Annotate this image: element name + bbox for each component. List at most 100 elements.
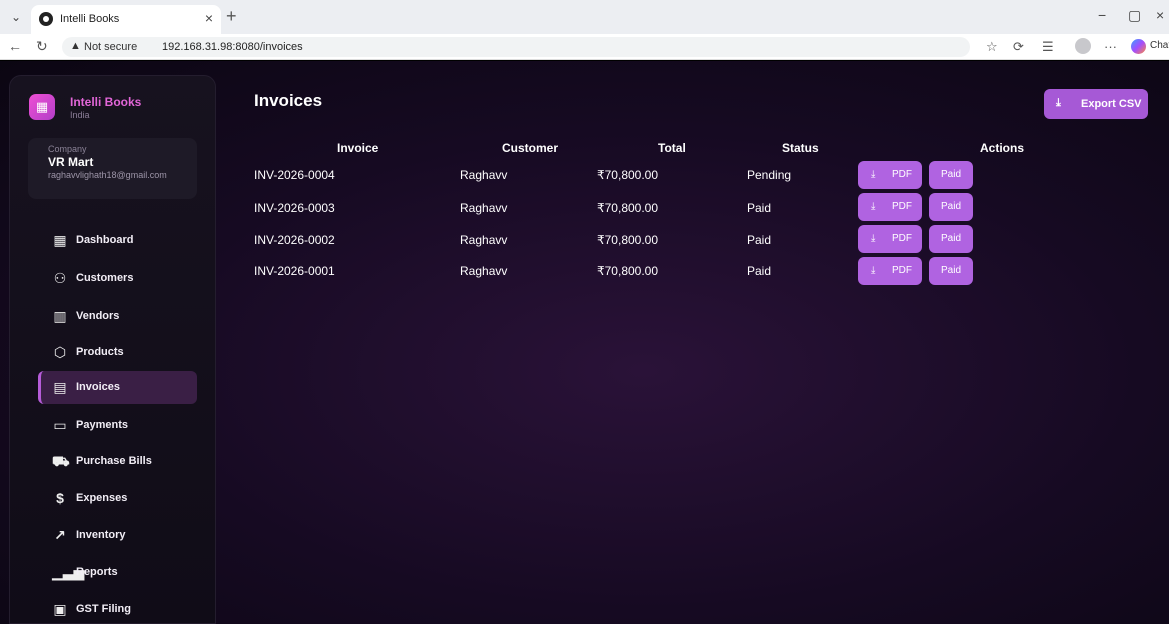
- pdf-label: PDF: [892, 233, 912, 244]
- not-secure-label[interactable]: Not secure: [84, 41, 137, 53]
- extensions-icon[interactable]: ⟳: [1013, 39, 1024, 55]
- cell-customer: Raghavv: [460, 264, 508, 278]
- column-header-customer: Customer: [502, 141, 559, 155]
- sidebar-item-gst-filing[interactable]: ▣ GST Filing: [38, 593, 197, 624]
- sidebar-item-label: Dashboard: [76, 234, 134, 246]
- sidebar-item-inventory[interactable]: ↗ Inventory: [38, 519, 197, 552]
- download-icon: ⤓: [871, 265, 876, 276]
- cell-total: ₹70,800.00: [597, 168, 659, 182]
- cell-status: Pending: [747, 168, 792, 182]
- cell-status: Paid: [747, 233, 772, 247]
- tab-close-icon[interactable]: ×: [205, 10, 213, 26]
- cell-invoice: INV-2026-0001: [254, 264, 335, 278]
- export-csv-button[interactable]: ⤓ Export CSV: [1044, 89, 1148, 119]
- sidebar-item-label: Invoices: [76, 381, 121, 393]
- tab-list-chevron-icon[interactable]: ⌄: [8, 9, 24, 25]
- company-label: Company: [48, 144, 87, 154]
- column-header-actions: Actions: [980, 141, 1025, 155]
- page-title: Invoices: [254, 91, 323, 110]
- sidebar-item-label: Vendors: [76, 310, 120, 322]
- sidebar-item-label: Inventory: [76, 529, 126, 541]
- sidebar-item-expenses[interactable]: $ Expenses: [38, 482, 197, 515]
- column-header-total: Total: [658, 141, 686, 155]
- cell-total: ₹70,800.00: [597, 201, 659, 215]
- favorite-star-icon[interactable]: ☆: [986, 39, 998, 55]
- cell-customer: Raghavv: [460, 168, 508, 182]
- address-bar-row: ← ↻ ▲ Not secure 192.168.31.98:8080/invo…: [0, 34, 1169, 60]
- warning-triangle-icon: ▲: [70, 40, 81, 52]
- reload-icon[interactable]: ↻: [36, 38, 48, 55]
- minimize-icon[interactable]: −: [1098, 7, 1106, 23]
- cart-icon: ⛟: [52, 453, 70, 469]
- favorites-list-icon[interactable]: ☰: [1042, 39, 1054, 55]
- sidebar-item-label: Customers: [76, 272, 134, 284]
- sidebar-item-reports[interactable]: ▁▃▅ Reports: [38, 556, 197, 589]
- app-viewport: ▦ Intelli Books India Company VR Mart ra…: [0, 61, 1169, 624]
- sidebar-item-label: Reports: [76, 566, 118, 578]
- company-card: Company VR Mart raghavvlighath18@gmail.c…: [28, 138, 197, 199]
- sidebar-item-label: GST Filing: [76, 603, 131, 615]
- sidebar-item-customers[interactable]: ⚇ Customers: [38, 262, 197, 295]
- sidebar-item-payments[interactable]: ▭ Payments: [38, 409, 197, 442]
- sidebar-item-purchase-bills[interactable]: ⛟ Purchase Bills: [38, 445, 197, 478]
- url-input[interactable]: ▲ Not secure 192.168.31.98:8080/invoices: [62, 37, 970, 57]
- dashboard-icon: ▦: [53, 232, 67, 248]
- copilot-icon[interactable]: [1131, 39, 1146, 54]
- document-icon: ▤: [53, 379, 67, 395]
- export-csv-label: Export CSV: [1081, 98, 1142, 110]
- pdf-label: PDF: [892, 265, 912, 276]
- bar-chart-icon: ▁▃▅: [52, 564, 85, 580]
- sidebar-item-dashboard[interactable]: ▦ Dashboard: [38, 224, 197, 257]
- download-icon: ⤓: [1056, 97, 1061, 109]
- url-text: 192.168.31.98:8080/invoices: [162, 41, 303, 53]
- more-options-icon[interactable]: ···: [1104, 39, 1117, 54]
- sidebar-item-label: Purchase Bills: [76, 455, 152, 467]
- users-icon: ⚇: [53, 270, 67, 286]
- box-icon: ⬡: [53, 344, 67, 360]
- trend-icon: ↗: [54, 527, 66, 543]
- sidebar-item-products[interactable]: ⬡ Products: [38, 336, 197, 369]
- brand-country: India: [70, 110, 90, 120]
- calculator-icon: ▣: [53, 601, 67, 617]
- profile-avatar-icon[interactable]: [1075, 38, 1091, 54]
- back-arrow-icon[interactable]: ←: [8, 38, 22, 54]
- pdf-label: PDF: [892, 201, 912, 212]
- building-icon: ▥: [53, 308, 67, 324]
- dollar-icon: $: [56, 490, 64, 506]
- pdf-button[interactable]: ⤓ PDF: [858, 257, 922, 285]
- download-icon: ⤓: [871, 233, 876, 244]
- column-header-invoice: Invoice: [337, 141, 379, 155]
- brand-logo-icon: ▦: [29, 94, 55, 120]
- brand-name: Intelli Books: [70, 95, 142, 109]
- sidebar-item-invoices[interactable]: ▤ Invoices: [38, 371, 197, 404]
- cell-total: ₹70,800.00: [597, 233, 659, 247]
- favicon-icon: [39, 12, 53, 26]
- mark-paid-button[interactable]: Paid: [929, 161, 973, 189]
- card-icon: ▭: [53, 417, 67, 433]
- company-name: VR Mart: [48, 155, 94, 169]
- download-icon: ⤓: [871, 169, 876, 180]
- mark-paid-button[interactable]: Paid: [929, 225, 973, 253]
- browser-tab-bar: ⌄ Intelli Books × + − ▢ ×: [0, 0, 1169, 34]
- sidebar-item-label: Payments: [76, 419, 128, 431]
- mark-paid-button[interactable]: Paid: [929, 193, 973, 221]
- window-close-icon[interactable]: ×: [1156, 7, 1164, 23]
- cell-status: Paid: [747, 201, 772, 215]
- mark-paid-button[interactable]: Paid: [929, 257, 973, 285]
- sidebar-item-label: Expenses: [76, 492, 128, 504]
- chat-label[interactable]: Chat: [1150, 40, 1169, 51]
- pdf-button[interactable]: ⤓ PDF: [858, 225, 922, 253]
- cell-customer: Raghavv: [460, 201, 508, 215]
- maximize-icon[interactable]: ▢: [1128, 7, 1141, 24]
- download-icon: ⤓: [871, 201, 876, 212]
- cell-invoice: INV-2026-0003: [254, 201, 335, 215]
- pdf-button[interactable]: ⤓ PDF: [858, 161, 922, 189]
- browser-tab[interactable]: Intelli Books ×: [31, 5, 221, 34]
- company-email: raghavvlighath18@gmail.com: [48, 170, 167, 180]
- cell-status: Paid: [747, 264, 772, 278]
- sidebar-item-vendors[interactable]: ▥ Vendors: [38, 300, 197, 333]
- column-header-status: Status: [782, 141, 819, 155]
- pdf-button[interactable]: ⤓ PDF: [858, 193, 922, 221]
- new-tab-plus-icon[interactable]: +: [226, 6, 237, 27]
- tab-title: Intelli Books: [60, 13, 120, 25]
